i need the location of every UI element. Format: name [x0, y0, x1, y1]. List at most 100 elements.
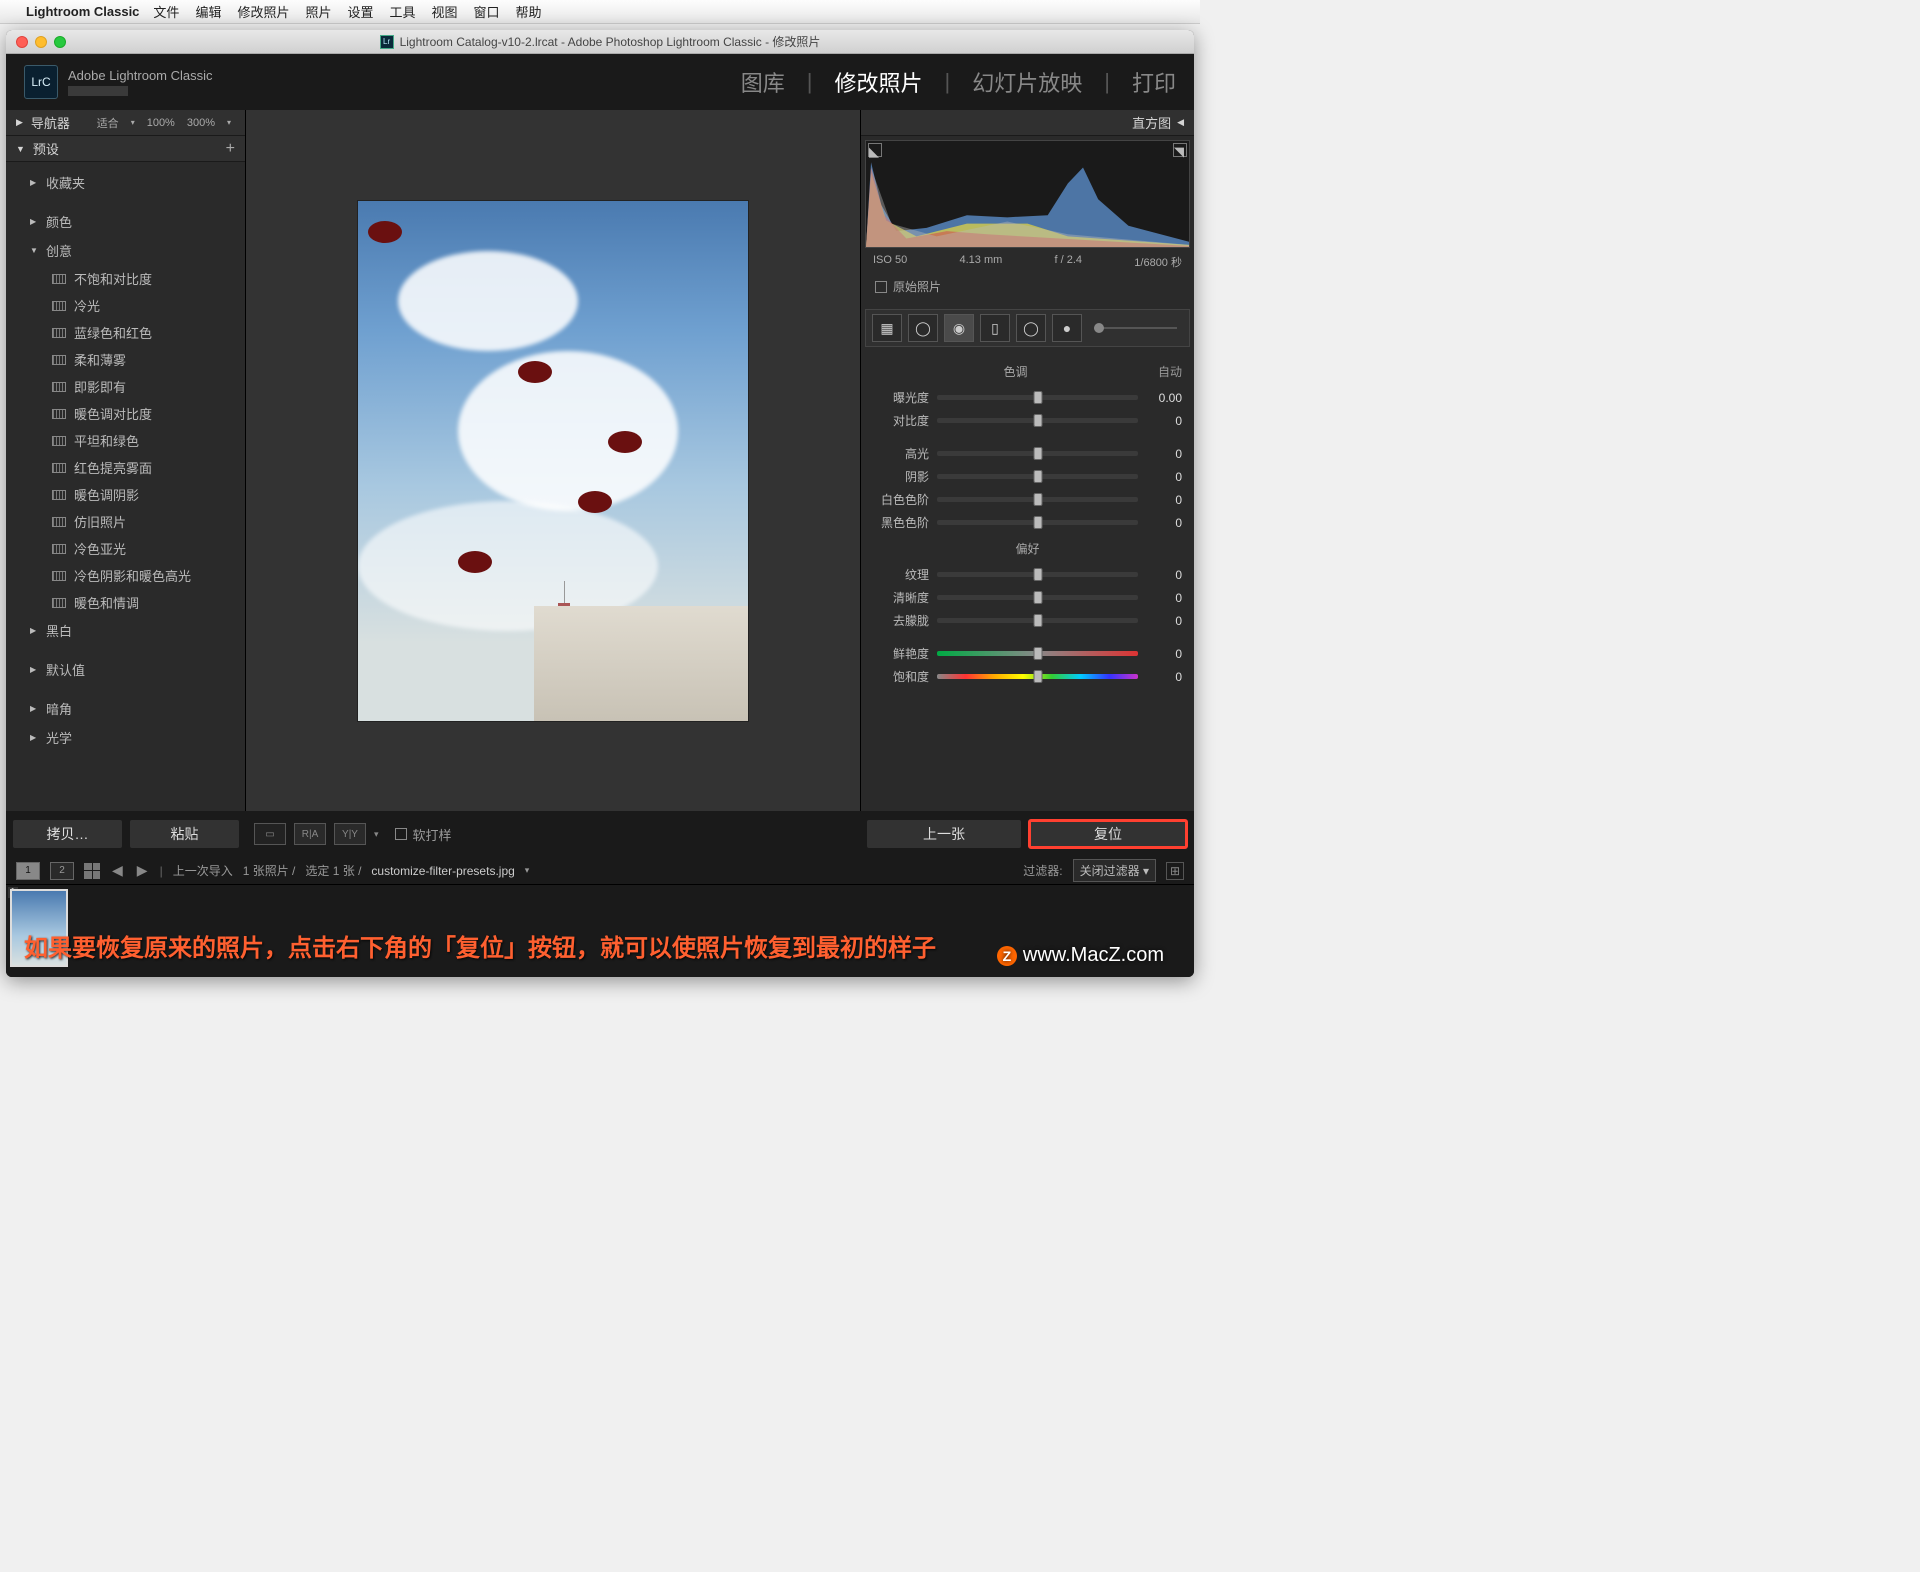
histogram[interactable]: ◣ ◥ — [865, 140, 1190, 248]
preset-thumbnail-icon — [52, 328, 66, 338]
shadows-slider[interactable]: 阴影0 — [861, 465, 1194, 488]
checkbox-icon — [395, 828, 407, 840]
zoom-100[interactable]: 100% — [143, 117, 179, 129]
menu-file[interactable]: 文件 — [153, 2, 179, 21]
zoom-fit[interactable]: 适合 — [93, 115, 123, 131]
redeye-tool-icon[interactable]: ◉ — [944, 314, 974, 342]
minimize-window-button[interactable] — [35, 36, 47, 48]
crop-tool-icon[interactable]: ▦ — [872, 314, 902, 342]
close-window-button[interactable] — [16, 36, 28, 48]
module-print[interactable]: 打印 — [1132, 66, 1176, 98]
zoom-300[interactable]: 300% — [183, 117, 219, 129]
texture-slider[interactable]: 纹理0 — [861, 563, 1194, 586]
preset-group-creative[interactable]: ▼创意 — [6, 236, 245, 265]
filmstrip-thumbs[interactable]: 1 如果要恢复原来的照片，点击右下角的「复位」按钮，就可以使照片恢复到最初的样子… — [6, 885, 1194, 977]
paste-settings-button[interactable]: 粘贴 — [129, 819, 240, 849]
identity-sub — [68, 86, 128, 96]
heal-tool-icon[interactable]: ◯ — [908, 314, 938, 342]
preset-item[interactable]: 不饱和对比度 — [6, 265, 245, 292]
module-develop[interactable]: 修改照片 — [835, 66, 923, 98]
exposure-slider[interactable]: 曝光度0.00 — [861, 386, 1194, 409]
grid-view-icon[interactable] — [84, 863, 100, 879]
nav-back-icon[interactable]: ◀ — [110, 862, 125, 879]
preset-item[interactable]: 冷光 — [6, 292, 245, 319]
previous-photo-button[interactable]: 上一张 — [866, 819, 1022, 849]
blacks-slider[interactable]: 黑色色阶0 — [861, 511, 1194, 534]
menu-view[interactable]: 视图 — [432, 2, 458, 21]
preset-item[interactable]: 暖色调对比度 — [6, 400, 245, 427]
menu-tools[interactable]: 工具 — [390, 2, 416, 21]
reset-button[interactable]: 复位 — [1028, 819, 1188, 849]
dehaze-slider[interactable]: 去朦胧0 — [861, 609, 1194, 632]
preset-group-optics[interactable]: ▶光学 — [6, 723, 245, 752]
preset-item[interactable]: 蓝绿色和红色 — [6, 319, 245, 346]
navigator-header[interactable]: ▶ 导航器 适合 ▾ 100% 300% ▾ — [6, 110, 245, 136]
clip-highlights-icon[interactable]: ◥ — [1173, 143, 1187, 157]
histogram-header[interactable]: 直方图 ◀ — [861, 110, 1194, 136]
preset-item[interactable]: 柔和薄雾 — [6, 346, 245, 373]
preset-item[interactable]: 即影即有 — [6, 373, 245, 400]
menu-develop[interactable]: 修改照片 — [237, 2, 289, 21]
preset-item[interactable]: 冷色亚光 — [6, 535, 245, 562]
tool-amount-slider[interactable] — [1094, 327, 1177, 329]
triangle-down-icon: ◀ — [1177, 117, 1184, 128]
module-library[interactable]: 图库 — [741, 66, 785, 98]
original-photo-checkbox[interactable]: 原始照片 — [865, 272, 1190, 301]
preset-group-favorites[interactable]: ▶收藏夹 — [6, 168, 245, 197]
vibrance-slider[interactable]: 鲜艳度0 — [861, 642, 1194, 665]
contrast-slider[interactable]: 对比度0 — [861, 409, 1194, 432]
grad-tool-icon[interactable]: ▯ — [980, 314, 1010, 342]
filter-lock-icon[interactable]: ⊞ — [1166, 862, 1184, 880]
clip-shadows-icon[interactable]: ◣ — [868, 143, 882, 157]
filter-select[interactable]: 关闭过滤器 ▾ — [1073, 859, 1156, 882]
zoom-window-button[interactable] — [54, 36, 66, 48]
highlights-slider[interactable]: 高光0 — [861, 442, 1194, 465]
before-after-ra-icon[interactable]: R|A — [294, 823, 326, 845]
add-preset-icon[interactable]: + — [226, 140, 235, 158]
brush-tool-icon[interactable]: ● — [1052, 314, 1082, 342]
module-slideshow[interactable]: 幻灯片放映 — [972, 66, 1082, 98]
preset-thumbnail-icon — [52, 517, 66, 527]
auto-tone-button[interactable]: 自动 — [1158, 363, 1182, 380]
saturation-slider[interactable]: 饱和度0 — [861, 665, 1194, 688]
soft-proof-checkbox[interactable]: 软打样 — [395, 825, 452, 844]
menu-help[interactable]: 帮助 — [516, 2, 542, 21]
preset-group-color[interactable]: ▶颜色 — [6, 207, 245, 236]
radial-tool-icon[interactable]: ◯ — [1016, 314, 1046, 342]
monitor-2-button[interactable]: 2 — [50, 862, 74, 880]
preset-group-vignette[interactable]: ▶暗角 — [6, 694, 245, 723]
triangle-right-icon: ▶ — [30, 217, 40, 226]
develop-tool-strip: ▦ ◯ ◉ ▯ ◯ ● — [865, 309, 1190, 347]
preset-item[interactable]: 仿旧照片 — [6, 508, 245, 535]
photo-preview[interactable] — [358, 201, 748, 721]
module-picker: 图库 | 修改照片 | 幻灯片放映 | 打印 — [741, 66, 1176, 98]
preset-item[interactable]: 暖色和情调 — [6, 589, 245, 616]
copy-settings-button[interactable]: 拷贝… — [12, 819, 123, 849]
preset-group-default[interactable]: ▶默认值 — [6, 655, 245, 684]
chevron-updown-icon[interactable]: ▾ — [223, 118, 235, 127]
whites-slider[interactable]: 白色色阶0 — [861, 488, 1194, 511]
app-name[interactable]: Lightroom Classic — [26, 4, 139, 19]
breadcrumb[interactable]: 上一次导入 — [173, 862, 233, 879]
preset-item[interactable]: 红色提亮雾面 — [6, 454, 245, 481]
menu-photo[interactable]: 照片 — [305, 2, 331, 21]
presets-header[interactable]: ▼ 预设 + — [6, 136, 245, 162]
preset-item[interactable]: 冷色阴影和暖色高光 — [6, 562, 245, 589]
monitor-1-button[interactable]: 1 — [16, 862, 40, 880]
before-after-yy-icon[interactable]: Y|Y — [334, 823, 366, 845]
menu-settings[interactable]: 设置 — [347, 2, 373, 21]
preset-group-bw[interactable]: ▶黑白 — [6, 616, 245, 645]
nav-fwd-icon[interactable]: ▶ — [135, 862, 150, 879]
menu-edit[interactable]: 编辑 — [195, 2, 221, 21]
chevron-down-icon[interactable]: ▾ — [374, 829, 379, 840]
menu-window[interactable]: 窗口 — [474, 2, 500, 21]
preset-item[interactable]: 平坦和绿色 — [6, 427, 245, 454]
checkbox-icon — [875, 281, 887, 293]
preset-item[interactable]: 暖色调阴影 — [6, 481, 245, 508]
loupe-view-icon[interactable]: ▭ — [254, 823, 286, 845]
lrc-badge-icon: LrC — [24, 65, 58, 99]
preset-thumbnail-icon — [52, 274, 66, 284]
chevron-updown-icon[interactable]: ▾ — [127, 118, 139, 127]
chevron-down-icon[interactable]: ▾ — [525, 865, 530, 876]
clarity-slider[interactable]: 清晰度0 — [861, 586, 1194, 609]
